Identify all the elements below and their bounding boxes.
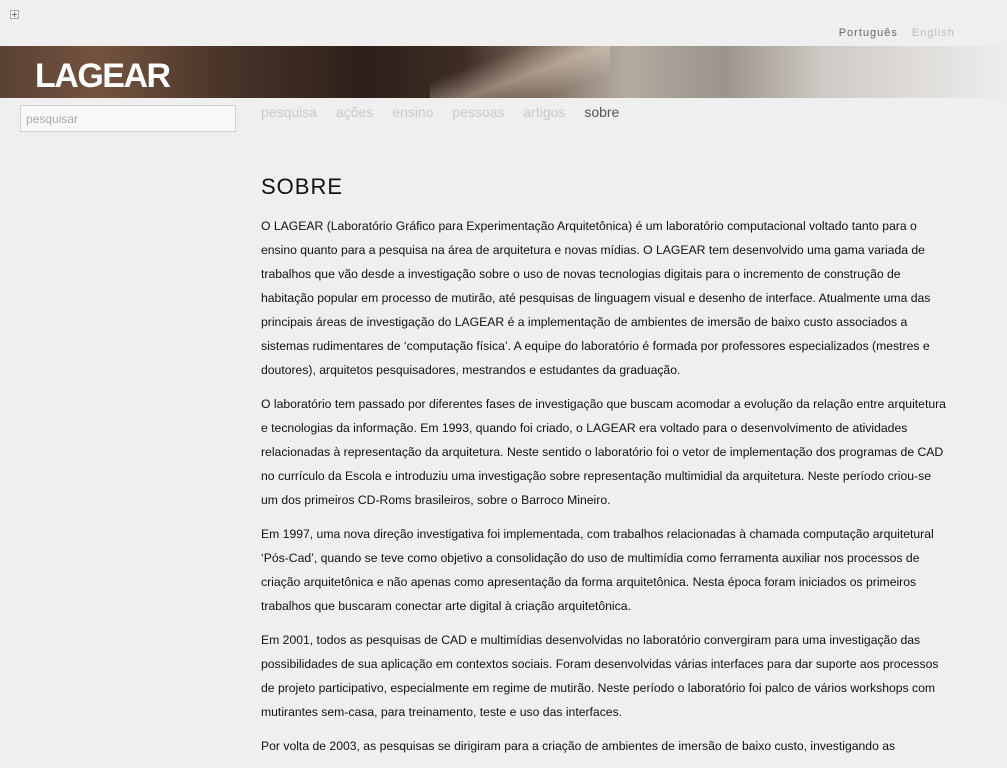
paragraph-history-2001: Em 2001, todos as pesquisas de CAD e mul… xyxy=(261,633,939,719)
paragraph-intro: O LAGEAR (Laboratório Gráfico para Exper… xyxy=(261,219,931,377)
page-title: SOBRE xyxy=(261,174,344,199)
nav-item-acoes[interactable]: ações xyxy=(336,104,373,120)
paragraph-history-1997: Em 1997, uma nova direção investigativa … xyxy=(261,527,934,613)
nav-item-pessoas[interactable]: pessoas xyxy=(452,104,504,120)
paragraph-history-2003: Por volta de 2003, as pesquisas se dirig… xyxy=(261,739,896,753)
site-logo[interactable]: LAGEAR xyxy=(35,57,171,96)
nav-item-sobre[interactable]: sobre xyxy=(584,104,619,120)
search-input[interactable] xyxy=(20,105,236,132)
language-english-link[interactable]: English xyxy=(912,27,955,39)
paragraph-history-1993: O laboratório tem passado por diferentes… xyxy=(261,397,946,507)
nav-item-pesquisa[interactable]: pesquisa xyxy=(261,104,317,120)
main-content: SOBRE O LAGEAR (Laboratório Gráfico para… xyxy=(261,174,951,768)
nav-item-artigos[interactable]: artigos xyxy=(523,104,565,120)
nav-item-ensino[interactable]: ensino xyxy=(392,104,433,120)
expand-icon[interactable] xyxy=(10,10,19,19)
main-nav: pesquisa ações ensino pessoas artigos so… xyxy=(261,104,634,120)
language-switcher: Português English xyxy=(829,27,955,39)
language-portuguese-link[interactable]: Português xyxy=(839,27,898,39)
